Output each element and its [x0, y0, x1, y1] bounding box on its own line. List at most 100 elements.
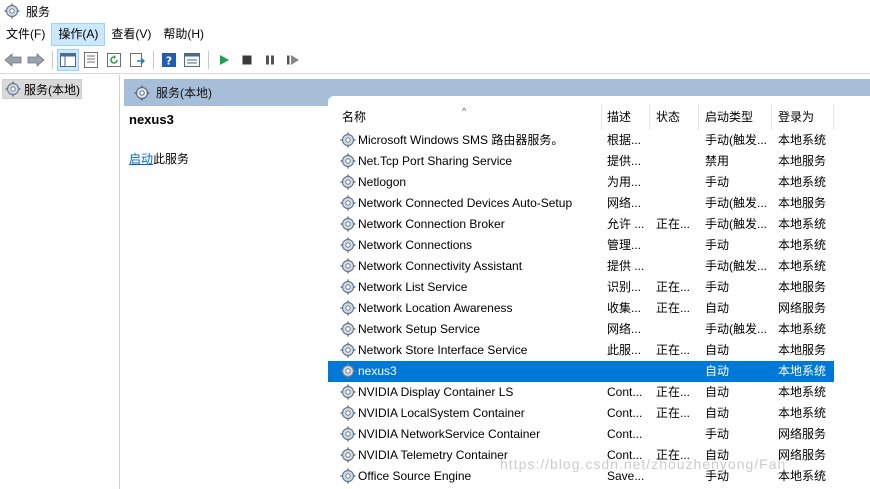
service-description: Cont...	[607, 406, 643, 420]
tree-item-services-local[interactable]: 服务(本地)	[2, 79, 82, 99]
services-list: ^ 名称 描述 状态 启动类型 登录为 Microsoft Windows SM…	[328, 96, 870, 489]
menu-help[interactable]: 帮助(H)	[157, 23, 210, 46]
table-row[interactable]: Network Store Interface Service 此服... 正在..…	[328, 340, 834, 361]
svg-text:?: ?	[166, 55, 172, 68]
service-status	[656, 151, 700, 172]
service-name: Network Store Interface Service	[358, 343, 528, 357]
service-startup-type: 手动(触发...	[705, 196, 767, 210]
service-startup-type: 自动	[705, 343, 730, 357]
service-startup-type: 手动(触发...	[705, 259, 767, 273]
service-name: Network Connectivity Assistant	[358, 259, 523, 273]
table-row[interactable]: Network Connection Broker 允许 ... 正在... 手动(触…	[328, 214, 834, 235]
service-status	[656, 235, 700, 256]
view-icon[interactable]	[181, 49, 203, 71]
service-status	[656, 172, 700, 193]
column-header-startup-type[interactable]: 启动类型	[699, 104, 772, 130]
service-startup-type: 自动	[705, 364, 730, 378]
selected-service-title: nexus3	[129, 112, 174, 127]
service-gear-icon	[340, 195, 356, 211]
console-tree: 服务(本地)	[0, 75, 120, 489]
service-description: 根据...	[607, 133, 642, 147]
menu-file[interactable]: 文件(F)	[0, 23, 51, 46]
table-row[interactable]: Network List Service 识别... 正在... 手动 本地服务	[328, 277, 834, 298]
menu-view[interactable]: 查看(V)	[105, 23, 157, 46]
service-logon-as: 本地服务	[778, 154, 827, 168]
service-status: 正在...	[656, 217, 691, 231]
start-service-link[interactable]: 启动	[129, 152, 153, 166]
service-description: 提供...	[607, 154, 642, 168]
service-name: Network Connected Devices Auto-Setup	[358, 196, 573, 210]
back-arrow-icon[interactable]	[2, 49, 24, 71]
service-name: Net.Tcp Port Sharing Service	[358, 154, 513, 168]
service-gear-icon	[340, 237, 356, 253]
stop-service-icon[interactable]	[236, 49, 258, 71]
service-description: 网络...	[607, 322, 642, 336]
toolbar-separator	[153, 51, 154, 69]
console-tree-icon[interactable]	[57, 49, 79, 71]
service-startup-type: 手动(触发...	[705, 322, 767, 336]
table-row[interactable]: Microsoft Windows SMS 路由器服务。 根据... 手动(触发..…	[328, 130, 834, 151]
service-gear-icon	[340, 321, 356, 337]
service-name: nexus3	[358, 364, 397, 378]
refresh-icon[interactable]	[103, 49, 125, 71]
service-status	[656, 193, 700, 214]
pause-service-icon[interactable]	[259, 49, 281, 71]
table-row[interactable]: NVIDIA NetworkService Container Cont... 手动…	[328, 424, 834, 445]
service-logon-as: 本地服务	[778, 196, 827, 210]
column-header-status[interactable]: 状态	[650, 104, 699, 130]
service-logon-as: 网络服务	[778, 301, 827, 315]
table-row[interactable]: Network Location Awareness 收集... 正在... 自动 网络…	[328, 298, 834, 319]
table-row[interactable]: nexus3 自动 本地系统	[328, 361, 834, 382]
column-header-name[interactable]: 名称	[336, 104, 602, 130]
table-row[interactable]: Network Setup Service 网络... 手动(触发... 本地系统	[328, 319, 834, 340]
export-list-icon[interactable]	[126, 49, 148, 71]
column-header-description[interactable]: 描述	[601, 104, 650, 130]
menu-action[interactable]: 操作(A)	[51, 23, 106, 46]
table-row[interactable]: Net.Tcp Port Sharing Service 提供... 禁用 本地服务	[328, 151, 834, 172]
table-row[interactable]: Network Connections 管理... 手动 本地系统	[328, 235, 834, 256]
service-logon-as: 本地服务	[778, 280, 827, 294]
table-row[interactable]: Netlogon 为用... 手动 本地系统	[328, 172, 834, 193]
start-service-icon[interactable]	[213, 49, 235, 71]
service-logon-as: 本地系统	[778, 406, 827, 420]
service-status: 正在...	[656, 280, 691, 294]
menu-bar: 文件(F) 操作(A) 查看(V) 帮助(H)	[0, 23, 870, 46]
service-name: NVIDIA LocalSystem Container	[358, 406, 525, 420]
table-row[interactable]: Network Connectivity Assistant 提供 ... 手动(触…	[328, 256, 834, 277]
service-action: 启动此服务	[129, 150, 189, 167]
table-row[interactable]: NVIDIA LocalSystem Container Cont... 正在...…	[328, 403, 834, 424]
list-header: ^ 名称 描述 状态 启动类型 登录为	[328, 104, 870, 130]
service-logon-as: 本地系统	[778, 469, 827, 483]
toolbar-separator	[52, 51, 53, 69]
service-name: Microsoft Windows SMS 路由器服务。	[358, 133, 564, 147]
service-status	[656, 130, 700, 151]
service-logon-as: 本地系统	[778, 238, 827, 252]
resume-service-icon[interactable]	[282, 49, 304, 71]
service-name: Network Connections	[358, 238, 473, 252]
service-gear-icon	[340, 132, 356, 148]
service-startup-type: 手动	[705, 238, 730, 252]
service-gear-icon	[340, 426, 356, 442]
table-row[interactable]: Network Connected Devices Auto-Setup 网络..…	[328, 193, 834, 214]
title-bar: 服务	[0, 0, 870, 22]
toolbar: ?	[0, 47, 870, 74]
help-icon[interactable]: ?	[158, 49, 180, 71]
service-status: 正在...	[656, 385, 691, 399]
service-logon-as: 本地系统	[778, 322, 827, 336]
services-gear-icon	[5, 81, 21, 97]
service-logon-as: 本地系统	[778, 259, 827, 273]
service-description	[607, 361, 651, 382]
service-name: Network Setup Service	[358, 322, 481, 336]
tree-item-label: 服务(本地)	[24, 82, 80, 97]
column-header-logon-as[interactable]: 登录为	[772, 104, 834, 130]
service-gear-icon	[340, 384, 356, 400]
service-name: NVIDIA Display Container LS	[358, 385, 514, 399]
forward-arrow-icon[interactable]	[25, 49, 47, 71]
service-status	[656, 256, 700, 277]
service-description: 收集...	[607, 301, 642, 315]
properties-icon[interactable]	[80, 49, 102, 71]
services-gear-icon	[134, 85, 150, 100]
service-description: 为用...	[607, 175, 642, 189]
table-row[interactable]: NVIDIA Display Container LS Cont... 正在... 自…	[328, 382, 834, 403]
service-name: Netlogon	[358, 175, 407, 189]
